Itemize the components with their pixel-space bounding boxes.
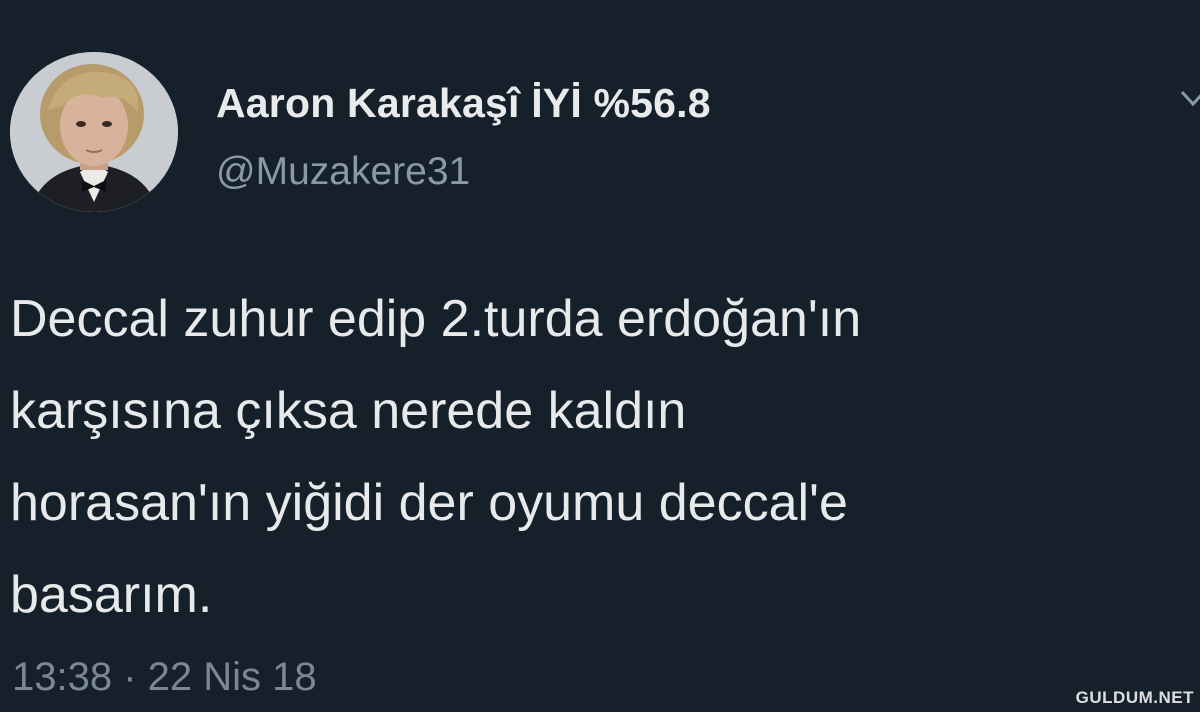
tweet-timestamp[interactable]: 13:38 · 22 Nis 18: [12, 655, 317, 700]
tweet-text-line: karşısına çıksa nerede kaldın: [10, 382, 687, 440]
tweet-text-line: horasan'ın yiğidi der oyumu deccal'e: [10, 474, 848, 532]
author-handle[interactable]: @Muzakere31: [216, 150, 470, 194]
tweet-text-line: basarım.: [10, 566, 213, 624]
tweet-text: Deccal zuhur edip 2.turda erdoğan'ın kar…: [10, 273, 1190, 641]
chevron-down-icon[interactable]: [1178, 84, 1200, 114]
avatar[interactable]: [10, 52, 178, 212]
tweet-text-line: Deccal zuhur edip 2.turda erdoğan'ın: [10, 290, 862, 348]
tweet-card: Aaron Karakaşî İYİ %56.8 @Muzakere31 Dec…: [0, 0, 1200, 712]
site-watermark: GULDUM.NET: [1075, 688, 1194, 707]
profile-photo: [10, 52, 178, 212]
author-display-name[interactable]: Aaron Karakaşî İYİ %56.8: [216, 80, 711, 127]
